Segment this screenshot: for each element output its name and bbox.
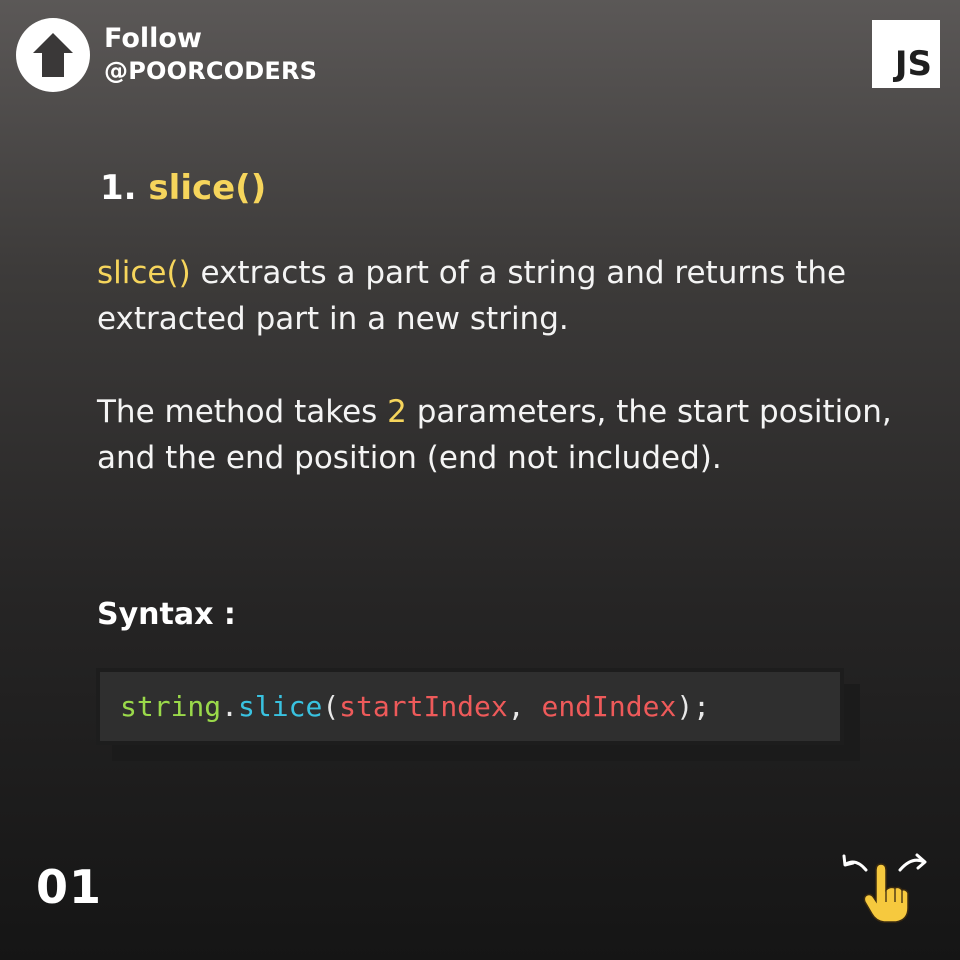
- code-dot: .: [221, 690, 239, 723]
- code-param-start: startIndex: [339, 690, 508, 723]
- follow-text: Follow @POORCODERS: [104, 23, 317, 87]
- page-number: 01: [36, 860, 103, 914]
- para2-highlight: 2: [387, 394, 407, 430]
- title-method: slice(): [148, 168, 267, 208]
- title-number: 1.: [100, 168, 137, 208]
- page-title: 1. slice(): [100, 168, 266, 208]
- para1-text: extracts a part of a string and returns …: [97, 255, 847, 337]
- syntax-label: Syntax :: [97, 597, 236, 632]
- js-logo: JS: [872, 20, 940, 88]
- description-paragraph-1: slice() extracts a part of a string and …: [97, 250, 897, 342]
- para2-text-before: The method takes: [97, 394, 388, 430]
- code-method: slice: [238, 690, 323, 723]
- code-param-end: endIndex: [541, 690, 677, 723]
- follow-label: Follow: [104, 23, 202, 54]
- follow-handle: @POORCODERS: [104, 57, 318, 85]
- para1-highlight: slice(): [97, 255, 191, 291]
- slide: Follow @POORCODERS JS 1. slice() slice()…: [0, 0, 960, 960]
- code-object: string: [120, 690, 222, 723]
- follow-badge[interactable]: Follow @POORCODERS: [16, 18, 317, 92]
- code-close: );: [676, 690, 711, 723]
- code-block: string. slice(startIndex, endIndex);: [96, 668, 844, 745]
- description-paragraph-2: The method takes 2 parameters, the start…: [97, 389, 897, 481]
- swipe-hand-icon[interactable]: [838, 848, 934, 928]
- code-open-paren: (: [322, 690, 340, 723]
- follow-circle: [16, 18, 90, 92]
- arrow-up-icon: [33, 33, 73, 77]
- code-comma: ,: [507, 690, 542, 723]
